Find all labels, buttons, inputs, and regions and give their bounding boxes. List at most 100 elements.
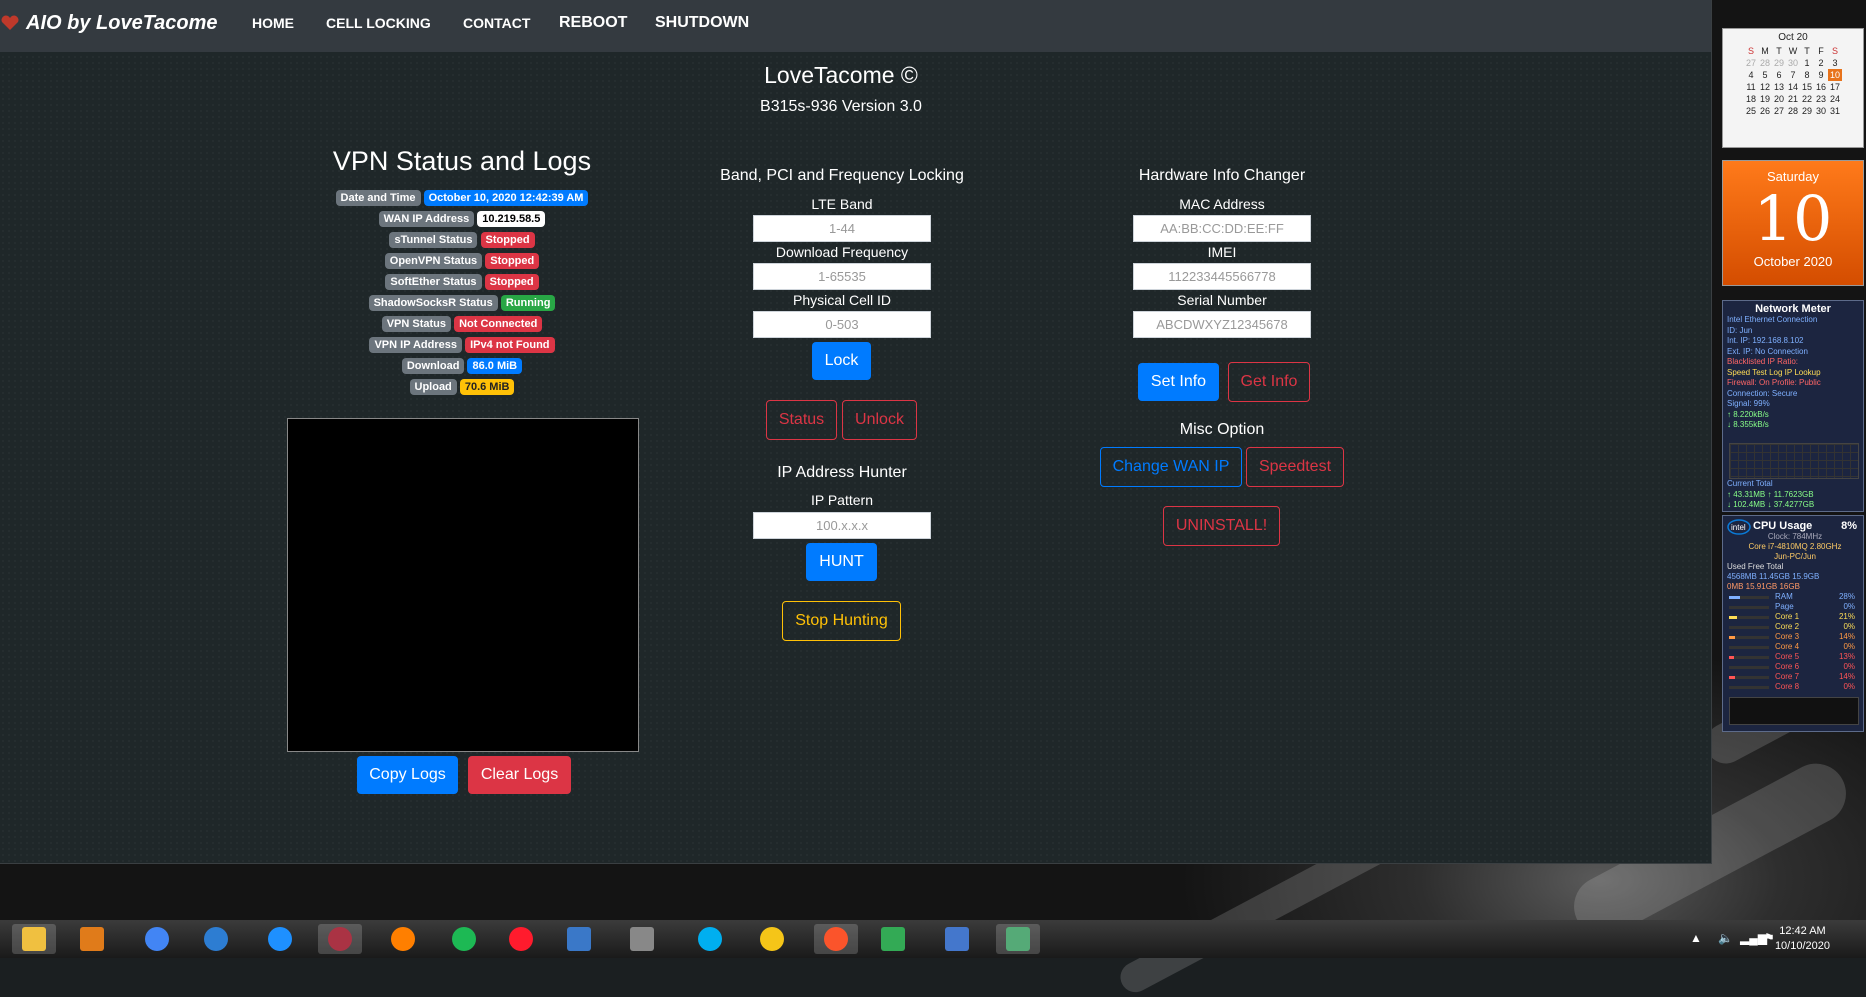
log-textarea[interactable] (287, 418, 639, 752)
taskbar-app[interactable] (620, 924, 664, 954)
calendar-day[interactable]: 18 (1744, 93, 1758, 105)
calendar-day[interactable]: 12 (1758, 81, 1772, 93)
unlock-button[interactable]: Unlock (842, 400, 917, 440)
get-info-button[interactable]: Get Info (1228, 362, 1310, 402)
lte-band-label: LTE Band (811, 196, 873, 212)
taskbar-app[interactable] (871, 924, 915, 954)
calendar-day[interactable]: 15 (1800, 81, 1814, 93)
calendar-day[interactable]: 30 (1814, 105, 1828, 117)
calendar-day[interactable]: 28 (1786, 105, 1800, 117)
calendar-day[interactable]: 27 (1772, 105, 1786, 117)
calendar-day[interactable]: 27 (1744, 57, 1758, 69)
stop-hunting-button[interactable]: Stop Hunting (782, 601, 901, 641)
taskbar-app[interactable] (814, 924, 858, 954)
nav-home[interactable]: HOME (252, 15, 294, 31)
calendar-day[interactable]: 24 (1828, 93, 1842, 105)
lte-band-input[interactable]: 1-44 (753, 215, 931, 242)
calendar-day[interactable]: 22 (1800, 93, 1814, 105)
copy-logs-button[interactable]: Copy Logs (357, 756, 458, 794)
tray-arrow-icon[interactable]: ▲ (1690, 931, 1702, 945)
calendar-day[interactable]: 14 (1786, 81, 1800, 93)
calendar-day[interactable]: 10 (1828, 69, 1842, 81)
calendar-month: Oct 20 (1778, 32, 1808, 43)
status-button[interactable]: Status (766, 400, 837, 440)
ip-pattern-input[interactable]: 100.x.x.x (753, 512, 931, 539)
taskbar-app[interactable] (70, 924, 114, 954)
flag-icon[interactable]: ⚑ (1764, 931, 1775, 945)
network-graph (1729, 443, 1859, 479)
calendar-day[interactable]: 25 (1744, 105, 1758, 117)
taskbar-app[interactable] (688, 924, 732, 954)
calendar-day[interactable]: 7 (1786, 69, 1800, 81)
calendar-day[interactable]: 29 (1800, 105, 1814, 117)
set-info-button[interactable]: Set Info (1138, 363, 1219, 401)
cpu-percent: 8% (1841, 520, 1857, 532)
taskbar-app[interactable] (996, 924, 1040, 954)
media-player-icon (80, 927, 104, 951)
calendar-day[interactable]: 2 (1814, 57, 1828, 69)
calendar-day[interactable]: 3 (1828, 57, 1842, 69)
calendar-day[interactable]: 23 (1814, 93, 1828, 105)
nav-contact[interactable]: CONTACT (463, 15, 530, 31)
taskbar-app[interactable] (135, 924, 179, 954)
taskbar-app[interactable] (318, 924, 362, 954)
taskbar-app[interactable] (442, 924, 486, 954)
skype-icon (698, 927, 722, 951)
brave-icon (824, 927, 848, 951)
calendar-day[interactable]: 16 (1814, 81, 1828, 93)
taskbar-app[interactable] (381, 924, 425, 954)
vpn-title: VPN Status and Logs (332, 146, 592, 176)
clear-logs-button[interactable]: Clear Logs (468, 756, 571, 794)
calendar-day[interactable]: 8 (1800, 69, 1814, 81)
cpu-row-name: Core 1 (1775, 612, 1800, 621)
calendar-day[interactable]: 9 (1814, 69, 1828, 81)
month-year-label: October 2020 (1753, 254, 1833, 269)
taskbar-app[interactable] (557, 924, 601, 954)
volume-icon[interactable]: 🔈 (1718, 931, 1733, 945)
speedtest-button[interactable]: Speedtest (1246, 447, 1344, 487)
physical-cell-id-input[interactable]: 0-503 (753, 311, 931, 338)
signal-icon[interactable]: ▂▄▆ (1740, 931, 1767, 945)
calendar-day[interactable]: 17 (1828, 81, 1842, 93)
ip-pattern-label: IP Pattern (810, 492, 873, 508)
imei-label: IMEI (1207, 244, 1237, 260)
taskbar-app[interactable] (750, 924, 794, 954)
cpu-row-name: Core 4 (1775, 642, 1800, 651)
calendar-day[interactable]: 4 (1744, 69, 1758, 81)
calendar-day[interactable]: 1 (1800, 57, 1814, 69)
hunt-button[interactable]: HUNT (806, 543, 877, 581)
change-wan-ip-button[interactable]: Change WAN IP (1100, 447, 1242, 487)
cpu-row-bar (1729, 656, 1769, 659)
calendar-day[interactable]: 21 (1786, 93, 1800, 105)
taskbar-app[interactable] (194, 924, 238, 954)
calendar-day[interactable]: 13 (1772, 81, 1786, 93)
calendar-day[interactable]: 11 (1744, 81, 1758, 93)
taskbar-app[interactable] (12, 924, 56, 954)
calendar-day[interactable]: 31 (1828, 105, 1842, 117)
lock-button[interactable]: Lock (812, 342, 871, 380)
calendar-day[interactable]: 28 (1758, 57, 1772, 69)
brand[interactable]: AIO by LoveTacome (0, 12, 218, 35)
calendar-day[interactable]: 30 (1786, 57, 1800, 69)
nav-cell-locking[interactable]: CELL LOCKING (326, 15, 431, 31)
calendar-day[interactable]: 19 (1758, 93, 1772, 105)
download-frequency-input[interactable]: 1-65535 (753, 263, 931, 290)
calendar-day[interactable]: 26 (1758, 105, 1772, 117)
mac-address-input[interactable]: AA:BB:CC:DD:EE:FF (1133, 215, 1311, 242)
calendar-day[interactable]: 5 (1758, 69, 1772, 81)
taskbar-app[interactable] (935, 924, 979, 954)
calendar-day[interactable]: 29 (1772, 57, 1786, 69)
serial-number-input[interactable]: ABCDWXYZ12345678 (1133, 311, 1311, 338)
nav-shutdown[interactable]: SHUTDOWN (655, 14, 749, 32)
cpu-row-percent: 0% (1843, 602, 1855, 611)
calendar-day[interactable]: 6 (1772, 69, 1786, 81)
nav-reboot[interactable]: REBOOT (559, 14, 627, 32)
taskbar-app[interactable] (499, 924, 543, 954)
cpu-row-percent: 28% (1838, 592, 1855, 601)
spotify-icon (452, 927, 476, 951)
imei-input[interactable]: 112233445566778 (1133, 263, 1311, 290)
taskbar-app[interactable] (258, 924, 302, 954)
clock[interactable]: 12:42 AM 10/10/2020 (1775, 924, 1830, 954)
calendar-day[interactable]: 20 (1772, 93, 1786, 105)
uninstall-button[interactable]: UNINSTALL! (1163, 506, 1280, 546)
